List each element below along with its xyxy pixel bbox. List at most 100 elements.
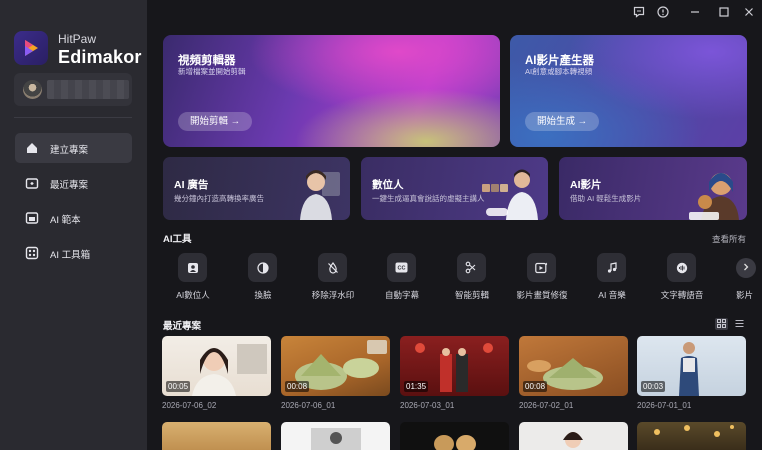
project-thumbnail[interactable]: 00:05 — [162, 336, 271, 396]
info-icon[interactable] — [656, 6, 670, 20]
text-to-speech-icon — [667, 253, 696, 282]
sidebar-item-ai-templates[interactable]: AI 範本 — [15, 203, 132, 233]
cc-subtitle-icon: CC — [387, 253, 416, 282]
minimize-icon[interactable] — [688, 6, 702, 20]
digital-human-card[interactable]: 數位人 一鍵生成逼真會說話的虛擬主講人 — [361, 157, 548, 220]
tool-label: 移除浮水印 — [311, 290, 355, 300]
tool-label: 智能剪輯 — [454, 290, 489, 300]
video-editor-card[interactable]: 視頻剪輯器 新增檔案並開始剪輯 開始剪輯 → — [163, 35, 500, 147]
card-subtitle: 新增檔案並開始剪輯 — [178, 67, 246, 76]
ai-ad-card[interactable]: AI 廣告 幾分鐘內打造高轉換率廣告 — [163, 157, 350, 220]
face-swap-icon — [248, 253, 277, 282]
duration-label: 00:05 — [166, 381, 191, 392]
ai-video-card[interactable]: AI影片 借助 AI 輕鬆生成影片 — [559, 157, 747, 220]
edimakor-logo-icon — [14, 31, 48, 65]
sidebar-item-ai-toolbox[interactable]: AI 工具箱 — [15, 238, 132, 268]
tool-icon-box — [597, 253, 626, 282]
avatar-box-icon — [178, 253, 207, 282]
duration-label: 00:03 — [641, 381, 666, 392]
start-editing-button[interactable]: 開始剪輯 → — [178, 112, 253, 131]
grid-view-icon[interactable] — [715, 318, 728, 330]
duration-label: 01:35 — [404, 381, 429, 392]
recent-projects-heading: 最近專案 — [163, 321, 202, 332]
duration-label: 00:08 — [523, 381, 548, 392]
project-date: 2026-07-06_01 — [281, 401, 336, 410]
thumbnail-image — [434, 435, 476, 450]
sidebar-item-label: AI 範本 — [50, 215, 81, 226]
presenter-image — [300, 170, 340, 220]
tool-label: 影片畫質修復 — [516, 290, 568, 300]
card-title: 數位人 — [372, 179, 404, 191]
tool-icon-box — [667, 253, 696, 282]
ai-tools-heading: AI工具 — [163, 234, 192, 245]
tool-label: AI 音樂 — [598, 290, 626, 300]
scroll-right-button[interactable] — [736, 258, 756, 278]
duration-label: 00:08 — [285, 381, 310, 392]
tool-icon-box — [318, 253, 347, 282]
list-view-icon[interactable] — [733, 318, 746, 330]
project-thumbnail[interactable] — [400, 422, 509, 450]
scissors-ai-icon — [457, 253, 486, 282]
project-date: 2026-07-01_01 — [637, 401, 692, 410]
thumbnail-image — [654, 425, 734, 437]
card-subtitle: 借助 AI 輕鬆生成影片 — [570, 194, 642, 203]
see-all-link[interactable]: 查看所有 — [712, 233, 746, 245]
project-thumbnail[interactable]: 01:35 — [400, 336, 509, 396]
feedback-icon[interactable] — [632, 6, 646, 20]
card-subtitle: 一鍵生成逼真會說話的虛擬主講人 — [372, 194, 485, 203]
erase-watermark-icon — [318, 253, 347, 282]
card-subtitle: 幾分鐘內打造高轉換率廣告 — [174, 194, 264, 203]
tool-label: AI數位人 — [176, 290, 210, 300]
tool-icon-box — [527, 253, 556, 282]
maximize-icon[interactable] — [717, 6, 731, 20]
card-subtitle: AI創意或腳本轉視頻 — [525, 67, 593, 76]
project-date: 2026-07-06_02 — [162, 401, 217, 410]
tool-icon-box — [457, 253, 486, 282]
tool-icon-box — [178, 253, 207, 282]
project-thumbnail[interactable]: 00:08 — [281, 336, 390, 396]
presenter-image — [689, 173, 739, 220]
brand-line-1: HitPaw — [58, 32, 97, 46]
template-icon — [25, 212, 39, 224]
presenter-image — [482, 169, 538, 220]
project-thumbnail[interactable] — [281, 422, 390, 450]
recent-folder-icon — [25, 178, 39, 189]
divider — [14, 117, 132, 118]
username-blurred — [47, 80, 129, 99]
sidebar-item-label: 最近專案 — [50, 180, 89, 191]
sidebar: HitPaw Edimakor 建立專案 最近專案 AI 範本 AI 工具箱 — [0, 0, 147, 450]
tool-label: 文字轉語音 — [660, 290, 704, 300]
tool-icon-box — [248, 253, 277, 282]
close-icon[interactable] — [742, 6, 756, 20]
tool-icon-box: CC — [387, 253, 416, 282]
avatar[interactable] — [23, 80, 42, 99]
tool-label: 自動字幕 — [384, 290, 419, 300]
chevron-right-icon — [744, 263, 749, 271]
home-icon — [27, 143, 37, 153]
card-title: AI 廣告 — [174, 179, 209, 191]
project-thumbnail[interactable] — [637, 422, 746, 450]
sidebar-item-label: 建立專案 — [50, 145, 89, 156]
thumbnail-image — [311, 428, 361, 450]
project-date: 2026-07-03_01 — [400, 401, 455, 410]
tool-label: 換臉 — [254, 290, 272, 300]
sidebar-item-label: AI 工具箱 — [50, 250, 91, 261]
video-enhance-icon — [527, 253, 556, 282]
thumbnail-image — [563, 432, 583, 448]
user-profile[interactable] — [14, 73, 132, 106]
project-thumbnail[interactable]: 00:03 — [637, 336, 746, 396]
card-title: AI影片 — [570, 179, 602, 191]
music-note-icon — [597, 253, 626, 282]
start-generating-button[interactable]: 開始生成 → — [525, 112, 600, 131]
project-thumbnail[interactable] — [162, 422, 271, 450]
sidebar-item-create-project[interactable]: 建立專案 — [15, 133, 132, 163]
project-thumbnail[interactable] — [519, 422, 628, 450]
svg-text:CC: CC — [398, 266, 406, 272]
ai-video-generator-card[interactable]: AI影片產生器 AI創意或腳本轉視頻 開始生成 → — [510, 35, 747, 147]
tool-label: 影片 — [736, 290, 754, 300]
toolbox-icon — [25, 246, 39, 260]
project-thumbnail[interactable]: 00:08 — [519, 336, 628, 396]
project-date: 2026-07-02_01 — [519, 401, 574, 410]
sidebar-item-recent-projects[interactable]: 最近專案 — [15, 168, 132, 198]
brand-line-2: Edimakor — [58, 47, 142, 67]
